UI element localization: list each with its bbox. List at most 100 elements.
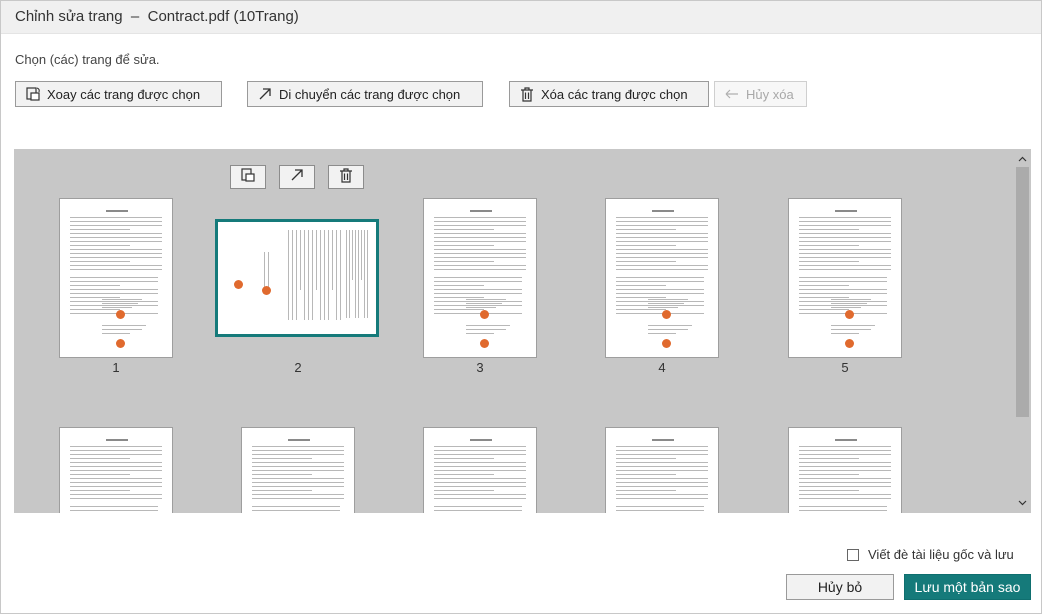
page-text-line (434, 249, 526, 250)
page-text-line (799, 249, 891, 250)
page-text-line (434, 285, 484, 286)
rotate-icon (25, 86, 41, 102)
page-text-line (434, 277, 522, 278)
page-text-line (799, 510, 887, 511)
page-text-line (70, 245, 130, 246)
move-arrow-icon (257, 86, 273, 102)
page-text-line (466, 303, 502, 304)
page-text-line (70, 454, 162, 455)
page-text-line (434, 301, 522, 302)
page-text-line (616, 313, 704, 314)
page-text-line (434, 221, 526, 222)
page-text-line (799, 257, 891, 258)
page-text-line (799, 221, 891, 222)
signature-stamp-icon (662, 310, 671, 319)
page-text-line (799, 494, 891, 495)
scroll-down-icon[interactable] (1014, 495, 1031, 511)
page-text-line (799, 225, 891, 226)
page-text-line (799, 309, 849, 310)
page-text-line (616, 225, 708, 226)
page-text-line (799, 281, 887, 282)
page-text-line (616, 454, 708, 455)
page-text-line (616, 482, 708, 483)
page-text-line (102, 299, 142, 300)
page-text-line (434, 293, 522, 294)
page-text-line (466, 325, 510, 326)
page-text-line (466, 329, 506, 330)
page-text-line (70, 446, 162, 447)
page-text-line (70, 253, 162, 254)
page-text-line (70, 305, 158, 306)
page-rotate-button[interactable] (230, 165, 266, 189)
page-text-line (252, 470, 344, 471)
page-text-line (616, 249, 708, 250)
page-text-line (434, 265, 526, 266)
page-text-line (799, 233, 891, 234)
page-thumbnail[interactable] (59, 427, 173, 513)
scroll-up-icon[interactable] (1014, 151, 1031, 167)
page-text-line (434, 233, 526, 234)
undo-delete-button[interactable]: Hủy xóa (714, 81, 807, 107)
page-text-line (799, 506, 887, 507)
page-text-line (70, 229, 130, 230)
page-text-line (304, 230, 305, 320)
cancel-button[interactable]: Hủy bỏ (786, 574, 894, 600)
page-text-line (434, 281, 522, 282)
page-text-line (434, 462, 526, 463)
page-text-line (648, 303, 684, 304)
page-text-line (312, 230, 313, 320)
page-text-line (434, 225, 526, 226)
page-delete-button[interactable] (328, 165, 364, 189)
page-text-line (70, 285, 120, 286)
overwrite-checkbox[interactable] (847, 548, 859, 561)
delete-selected-button[interactable]: Xóa các trang được chọn (509, 81, 709, 107)
page-text-line (648, 329, 688, 330)
page-thumbnail[interactable] (788, 427, 902, 513)
page-text-line (434, 490, 494, 491)
page-text-line (70, 462, 162, 463)
page-text-line (648, 325, 692, 326)
page-thumbnail[interactable] (605, 427, 719, 513)
vertical-scrollbar[interactable] (1014, 149, 1031, 513)
page-text-line (300, 230, 301, 290)
page-text-line (252, 446, 344, 447)
move-selected-button[interactable]: Di chuyển các trang được chọn (247, 81, 483, 107)
page-text-line (70, 293, 158, 294)
page-text-line (799, 470, 891, 471)
page-thumbnail[interactable] (423, 427, 537, 513)
page-text-line (434, 229, 494, 230)
page-thumbnail[interactable] (241, 427, 355, 513)
page-text-line (616, 245, 676, 246)
page-text-line (364, 230, 365, 318)
page-text-line (799, 474, 859, 475)
rotate-selected-button[interactable]: Xoay các trang được chọn (15, 81, 222, 107)
scroll-thumb[interactable] (1016, 167, 1029, 417)
page-thumbnail-selected[interactable] (215, 219, 379, 337)
page-thumbnail-grid[interactable]: 1 2 3 4 5 (14, 149, 1031, 513)
page-text-line (799, 450, 891, 451)
save-copy-button[interactable]: Lưu một bản sao (904, 574, 1031, 600)
undo-delete-label: Hủy xóa (746, 86, 794, 102)
page-thumbnail[interactable] (59, 198, 173, 358)
page-heading-line (470, 210, 492, 212)
page-thumbnail[interactable] (788, 198, 902, 358)
page-thumbnail[interactable] (423, 198, 537, 358)
signature-stamp-icon (116, 310, 125, 319)
page-text-line (308, 230, 309, 320)
page-text-line (799, 301, 887, 302)
rotate-selected-label: Xoay các trang được chọn (47, 86, 201, 102)
page-text-line (799, 478, 891, 479)
page-text-line (346, 230, 347, 318)
page-text-line (616, 498, 708, 499)
page-thumbnail[interactable] (605, 198, 719, 358)
page-text-line (70, 221, 162, 222)
page-text-line (70, 301, 158, 302)
page-text-line (70, 510, 158, 511)
page-number: 2 (294, 360, 302, 375)
overwrite-original-option[interactable]: Viết đè tài liệu gốc và lưu (847, 547, 1014, 562)
page-heading-line (835, 439, 857, 441)
page-move-button[interactable] (279, 165, 315, 189)
page-text-line (434, 305, 522, 306)
page-text-line (616, 265, 708, 266)
page-text-line (367, 230, 368, 318)
